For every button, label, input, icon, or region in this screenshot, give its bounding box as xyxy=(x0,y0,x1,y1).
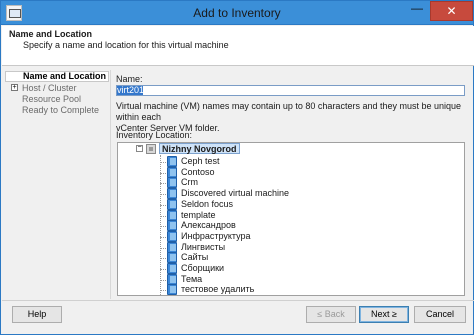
header-title: Name and Location xyxy=(9,29,93,39)
back-button[interactable]: ≤ Back xyxy=(306,306,356,323)
vm-folder-icon xyxy=(167,198,177,210)
tree-connector xyxy=(160,258,166,260)
tree-connector xyxy=(160,215,166,217)
tree-root-label[interactable]: Nizhny Novgorod xyxy=(159,143,240,154)
vm-folder-icon xyxy=(167,166,177,178)
step-resource-pool[interactable]: Resource Pool xyxy=(5,94,109,104)
window-title: Add to Inventory xyxy=(193,6,281,20)
tree-folder-label: Crm xyxy=(181,177,198,188)
expand-icon[interactable]: + xyxy=(11,84,18,91)
tree-connector xyxy=(160,236,166,238)
tree-connector xyxy=(160,290,166,292)
vm-folder-icon xyxy=(167,220,177,232)
step-label: Name and Location xyxy=(23,71,107,81)
cancel-button[interactable]: Cancel xyxy=(414,306,466,323)
next-button[interactable]: Next ≥ xyxy=(359,306,409,323)
step-label: Host / Cluster xyxy=(22,83,77,93)
vm-folder-icon xyxy=(167,284,177,295)
step-name-and-location[interactable]: Name and Location xyxy=(5,71,109,82)
vm-folder-icon xyxy=(167,273,177,285)
tree-connector xyxy=(160,155,161,295)
step-label: Resource Pool xyxy=(22,94,82,104)
tree-folder-label: Ceph test xyxy=(181,156,220,166)
collapse-icon[interactable]: − xyxy=(136,144,143,152)
tree-folder-label: Александров xyxy=(181,220,236,231)
tree-connector xyxy=(160,162,166,163)
tree-connector xyxy=(160,269,166,270)
tree-folder-label: Инфраструктура xyxy=(181,230,251,241)
vm-folder-icon xyxy=(167,241,177,253)
step-ready-to-complete[interactable]: Ready to Complete xyxy=(5,105,109,115)
step-host-cluster[interactable]: + Host / Cluster xyxy=(5,83,109,93)
tree-connector xyxy=(160,204,166,206)
wizard-steps: Name and Location + Host / Cluster Resou… xyxy=(5,70,109,299)
tree-connector xyxy=(160,279,166,281)
vm-folder-icon xyxy=(167,209,177,221)
wizard-header: Name and Location Specify a name and loc… xyxy=(2,26,474,66)
tree-folder-label: Сайты xyxy=(181,252,209,263)
minimize-button[interactable]: — xyxy=(405,1,429,21)
name-input[interactable] xyxy=(116,85,465,96)
help-button[interactable]: Help xyxy=(12,306,62,323)
tree-connector xyxy=(160,226,166,228)
add-to-inventory-window: Add to Inventory — ✕ Name and Location S… xyxy=(0,0,474,335)
header-subtitle: Specify a name and location for this vir… xyxy=(23,40,229,50)
tree-folder-label: Тема xyxy=(181,273,203,284)
sidebar-divider xyxy=(110,70,111,299)
datacenter-icon xyxy=(146,144,156,154)
tree-connector xyxy=(160,194,166,196)
tree-folder-label: template xyxy=(181,209,216,220)
tree-connector xyxy=(160,183,166,185)
tree-folder-label: Лингвисты xyxy=(181,241,226,252)
wizard-content: Name: virt201 Virtual machine (VM) names… xyxy=(112,70,472,299)
tree-folder-label: Сборщики xyxy=(181,263,225,273)
close-button[interactable]: ✕ xyxy=(430,1,473,21)
step-label: Ready to Complete xyxy=(22,105,100,115)
name-hint-line-1: Virtual machine (VM) names may contain u… xyxy=(116,101,462,122)
inventory-location-label: Inventory Location: xyxy=(116,130,193,140)
tree-connector xyxy=(160,247,166,249)
tree-folder-label: Contoso xyxy=(181,166,215,177)
name-input-value[interactable]: virt201 xyxy=(117,86,144,95)
tree-folder-label: Discovered virtual machine xyxy=(181,188,290,199)
vm-folder-icon xyxy=(167,188,177,200)
name-label: Name: xyxy=(116,74,143,84)
tree-connector xyxy=(160,172,166,174)
vm-folder-icon xyxy=(167,156,177,167)
vm-folder-icon xyxy=(167,263,177,274)
footer-divider xyxy=(2,300,474,301)
vm-folder-icon xyxy=(167,230,177,242)
vm-folder-icon xyxy=(167,177,177,189)
tree-folder-label: Seldon focus xyxy=(181,198,234,209)
title-bar[interactable]: Add to Inventory — ✕ xyxy=(1,1,473,25)
vm-folder-icon xyxy=(167,252,177,264)
inventory-tree[interactable]: − Nizhny Novgorod Ceph test Contoso Crm Dis… xyxy=(117,142,465,296)
tree-folder-label: тестовое удалить xyxy=(181,284,255,295)
